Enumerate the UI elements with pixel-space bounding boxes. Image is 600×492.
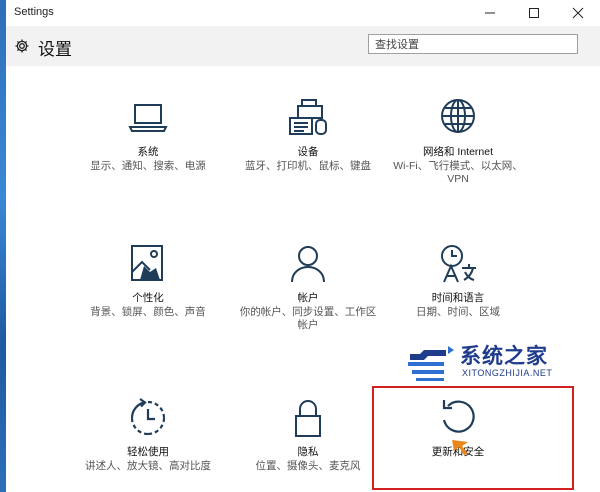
laptop-icon <box>128 104 168 132</box>
close-icon <box>572 7 584 19</box>
maximize-button[interactable] <box>512 0 556 26</box>
tile-network[interactable]: 网络和 Internet Wi-Fi、飞行模式、以太网、VPN <box>388 96 528 186</box>
tile-description: 蓝牙、打印机、鼠标、键盘 <box>245 160 371 172</box>
settings-header: 设置 <box>6 26 600 66</box>
tile-description: 你的帐户、同步设置、工作区帐户 <box>239 306 377 331</box>
tile-ease-of-access[interactable]: 轻松使用 讲述人、放大镜、高对比度 <box>78 396 218 473</box>
tile-accounts[interactable]: 帐户 你的帐户、同步设置、工作区帐户 <box>238 242 378 332</box>
settings-window: Settings 设置 系统 <box>6 0 600 492</box>
tile-privacy[interactable]: 隐私 位置、摄像头、麦克风 <box>238 396 378 473</box>
ease-of-access-icon <box>130 398 166 436</box>
person-icon <box>291 246 325 283</box>
close-button[interactable] <box>556 0 600 26</box>
tile-time-language[interactable]: 时间和语言 日期、时间、区域 <box>388 242 528 319</box>
gear-icon <box>15 39 29 53</box>
tile-description: 日期、时间、区域 <box>416 306 500 318</box>
tile-system[interactable]: 系统 显示、通知、搜索、电源 <box>78 96 218 173</box>
maximize-icon <box>529 8 539 18</box>
minimize-icon <box>485 12 495 14</box>
minimize-button[interactable] <box>468 0 512 26</box>
watermark-title: 系统之家 <box>460 344 548 368</box>
tile-description: 显示、通知、搜索、电源 <box>90 160 206 172</box>
lock-icon <box>295 400 321 437</box>
watermark-logo-icon <box>408 346 454 381</box>
tile-devices[interactable]: 设备 蓝牙、打印机、鼠标、键盘 <box>238 96 378 173</box>
tile-name: 网络和 Internet <box>422 146 494 158</box>
tile-description: 背景、锁屏、颜色、声音 <box>90 306 206 318</box>
tile-description: 讲述人、放大镜、高对比度 <box>85 460 211 472</box>
tile-name: 隐私 <box>297 446 319 458</box>
window-title: Settings <box>14 6 54 18</box>
search-input[interactable] <box>369 36 577 54</box>
search-box[interactable] <box>368 34 578 54</box>
tile-description: 位置、摄像头、麦克风 <box>255 460 361 472</box>
watermark-subtitle: XITONGZHIJIA.NET <box>462 368 553 378</box>
devices-icon <box>289 99 327 135</box>
tile-personalization[interactable]: 个性化 背景、锁屏、颜色、声音 <box>78 242 218 319</box>
tile-name: 个性化 <box>132 292 164 304</box>
globe-icon <box>441 99 475 133</box>
tile-description: Wi-Fi、飞行模式、以太网、VPN <box>393 160 523 185</box>
time-language-icon <box>441 245 476 283</box>
tile-name: 轻松使用 <box>127 446 169 458</box>
tile-name: 时间和语言 <box>431 292 485 304</box>
tile-name: 设备 <box>297 146 319 158</box>
mouse-cursor-icon <box>452 440 468 455</box>
tile-name: 系统 <box>137 146 159 158</box>
personalization-icon <box>131 245 163 281</box>
watermark: 系统之家 XITONGZHIJIA.NET <box>404 340 594 385</box>
tile-name: 帐户 <box>297 292 319 304</box>
page-title: 设置 <box>38 40 72 59</box>
title-bar: Settings <box>6 0 600 26</box>
highlight-box <box>372 386 574 490</box>
